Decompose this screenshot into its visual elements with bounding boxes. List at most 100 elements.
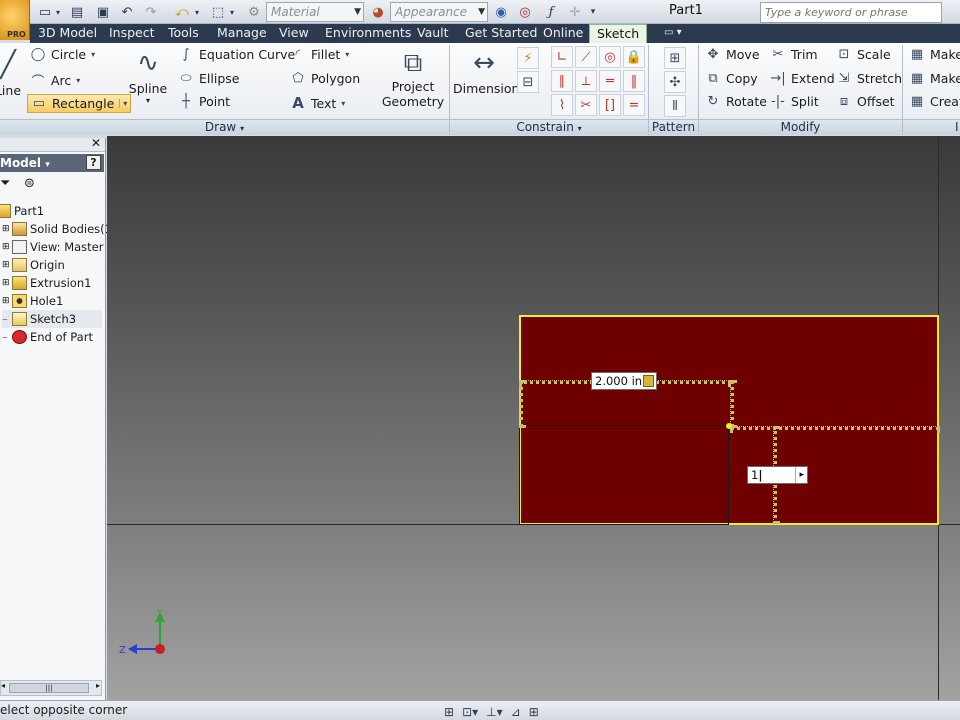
scroll-thumb[interactable]: ||| (9, 683, 89, 693)
height-dimension-input[interactable]: 1| ▸ (747, 466, 808, 484)
coincident-icon[interactable]: ⟂ (575, 70, 597, 92)
show-constraints-icon[interactable]: ⊟ (517, 71, 539, 93)
point-button[interactable]: ┼ Point (178, 94, 230, 109)
close-icon[interactable]: ✕ (91, 136, 101, 150)
tab-vault[interactable]: Vault (417, 24, 449, 43)
application-menu-button[interactable]: PRO (0, 0, 30, 40)
tree-item-hole[interactable]: ⊞ Hole1 (2, 292, 63, 310)
tab-get-started[interactable]: Get Started (465, 24, 537, 43)
chevron-down-icon[interactable]: ▾ (45, 160, 50, 170)
tree-item-solid-bodies[interactable]: ⊞ Solid Bodies(1) (2, 220, 116, 238)
perpendicular-icon[interactable]: ∟ (551, 46, 573, 68)
project-geometry-button[interactable]: ⧉ Project Geometry (380, 47, 446, 109)
material-combo[interactable]: Material ▼ (266, 2, 364, 22)
scroll-right-icon[interactable]: ▸ (96, 681, 100, 690)
grid-snap-icon[interactable]: ⊞ (444, 703, 454, 720)
width-dimension-box[interactable]: 2.000 in (591, 372, 657, 390)
circular-pattern-icon[interactable]: ✣ (664, 71, 686, 93)
sketched-rectangle[interactable] (519, 425, 729, 525)
adjust-appearance-icon[interactable]: ◉ (492, 3, 510, 21)
update-icon[interactable]: ⚙ (244, 3, 264, 21)
smooth-icon[interactable]: ⌇ (551, 94, 573, 116)
tab-inspect[interactable]: Inspect (109, 24, 155, 43)
tab-online[interactable]: Online (543, 24, 583, 43)
ellipse-button[interactable]: ⬭ Ellipse (178, 71, 239, 86)
corner-point[interactable] (726, 423, 732, 429)
ucs-icon[interactable]: ✛ (566, 3, 584, 21)
split-button[interactable]: -|- Split (770, 94, 819, 109)
tree-item-extrusion[interactable]: ⊞ Extrusion1 (2, 274, 91, 292)
draw-panel-title[interactable]: Draw ▾ (0, 119, 449, 135)
dimension-display-icon[interactable]: ⊿ (511, 703, 521, 720)
horizontal-icon[interactable]: ═ (599, 70, 621, 92)
collinear-icon[interactable]: ✂ (575, 94, 597, 116)
extend-button[interactable]: →| Extend (770, 71, 834, 86)
equal-icon[interactable]: = (623, 94, 645, 116)
line-button[interactable]: ╱ Line (0, 49, 22, 98)
expand-icon[interactable]: ⊞ (2, 292, 12, 310)
parallel-icon[interactable]: ∥ (551, 70, 573, 92)
keyword-search-input[interactable] (760, 2, 942, 23)
sketch-dof-icon[interactable]: ⊞ (529, 703, 539, 720)
tab-sketch[interactable]: Sketch (589, 24, 648, 43)
expand-icon[interactable]: ⊞ (2, 274, 12, 292)
circle-button[interactable]: ◯ Circle ▾ (30, 47, 95, 62)
tab-manage[interactable]: Manage (217, 24, 267, 43)
expand-icon[interactable]: ⊞ (2, 238, 12, 256)
open-folder-icon[interactable]: ▤ (68, 3, 86, 21)
minimize-ribbon-icon[interactable]: ▭ ▾ (664, 24, 682, 43)
constrain-panel-title[interactable]: Constrain ▾ (450, 119, 648, 135)
copy-button[interactable]: ⧉ Copy (705, 71, 757, 86)
tab-3d-model[interactable]: 3D Model (38, 24, 97, 43)
appearance-combo[interactable]: Appearance ▼ (390, 2, 488, 22)
parameters-fx-icon[interactable]: ƒ (542, 3, 560, 21)
save-icon[interactable]: ▣ (94, 3, 112, 21)
customize-dropdown-icon[interactable]: ▾ (588, 3, 598, 21)
make-part-button[interactable]: ▦ Make (909, 47, 960, 62)
arc-button[interactable]: ⌒ Arc ▾ (30, 71, 80, 90)
create-block-button[interactable]: ▦ Creat (909, 94, 960, 109)
vertical-icon[interactable]: ‖ (623, 70, 645, 92)
trim-button[interactable]: ✂ Trim (770, 47, 818, 62)
browser-title-bar[interactable]: Model ▾ ? (0, 154, 104, 172)
clear-appearance-icon[interactable]: ◎ (516, 3, 534, 21)
dimension-button[interactable]: ↔ Dimension (453, 47, 519, 96)
return-icon[interactable]: ⤺ (172, 3, 192, 21)
return-dropdown-icon[interactable]: ▾ (193, 3, 201, 21)
tree-item-end-of-part[interactable]: – End of Part (2, 328, 93, 346)
filter-icon[interactable]: ⏷ (0, 176, 10, 191)
make-components-button[interactable]: ▦ Make (909, 71, 960, 86)
tab-environments[interactable]: Environments (325, 24, 411, 43)
chevron-right-icon[interactable]: ▸ (795, 467, 804, 483)
rectangle-button[interactable]: ▭ Rectangle ▾ (27, 94, 132, 113)
chevron-down-icon[interactable]: ▾ (345, 50, 349, 59)
scroll-left-icon[interactable]: ◂ (1, 681, 5, 690)
offset-button[interactable]: ⧈ Offset (836, 94, 895, 109)
chevron-down-icon[interactable]: ▾ (91, 50, 95, 59)
tab-tools[interactable]: Tools (168, 24, 199, 43)
scale-button[interactable]: ⊡ Scale (836, 47, 891, 62)
expand-icon[interactable]: ⊞ (2, 220, 12, 238)
polygon-button[interactable]: ⬠ Polygon (290, 71, 360, 86)
select-filter-icon[interactable]: ⬚ (208, 3, 228, 21)
new-dropdown-icon[interactable]: ▾ (54, 3, 62, 21)
constraint-infer-icon[interactable]: ⊥▾ (486, 703, 502, 720)
text-button[interactable]: A Text ▾ (290, 94, 345, 112)
new-file-icon[interactable]: ▭ (36, 3, 54, 21)
concentric-icon[interactable]: ◎ (599, 46, 621, 68)
symmetric-icon[interactable]: [] (599, 94, 621, 116)
browser-horizontal-scrollbar[interactable]: ◂ ||| ▸ (0, 680, 102, 696)
tree-item-part[interactable]: Part1 (0, 202, 44, 220)
graphics-window[interactable]: 2.000 in 1| ▸ Z Y (107, 136, 960, 700)
undo-icon[interactable]: ↶ (118, 3, 136, 21)
select-dropdown-icon[interactable]: ▾ (228, 3, 236, 21)
tree-item-sketch[interactable]: – Sketch3 (2, 310, 102, 328)
chevron-down-icon[interactable]: ▾ (341, 99, 345, 108)
expand-icon[interactable]: ⊞ (2, 256, 12, 274)
lock-icon[interactable] (643, 375, 654, 387)
equation-curve-button[interactable]: ∫ Equation Curve (178, 47, 296, 62)
tree-item-view-master[interactable]: ⊞ View: Master (2, 238, 103, 256)
spline-button[interactable]: ∿ Spline ▾ (126, 47, 170, 105)
rotate-button[interactable]: ↻ Rotate (705, 94, 767, 109)
redo-icon[interactable]: ↷ (142, 3, 160, 21)
